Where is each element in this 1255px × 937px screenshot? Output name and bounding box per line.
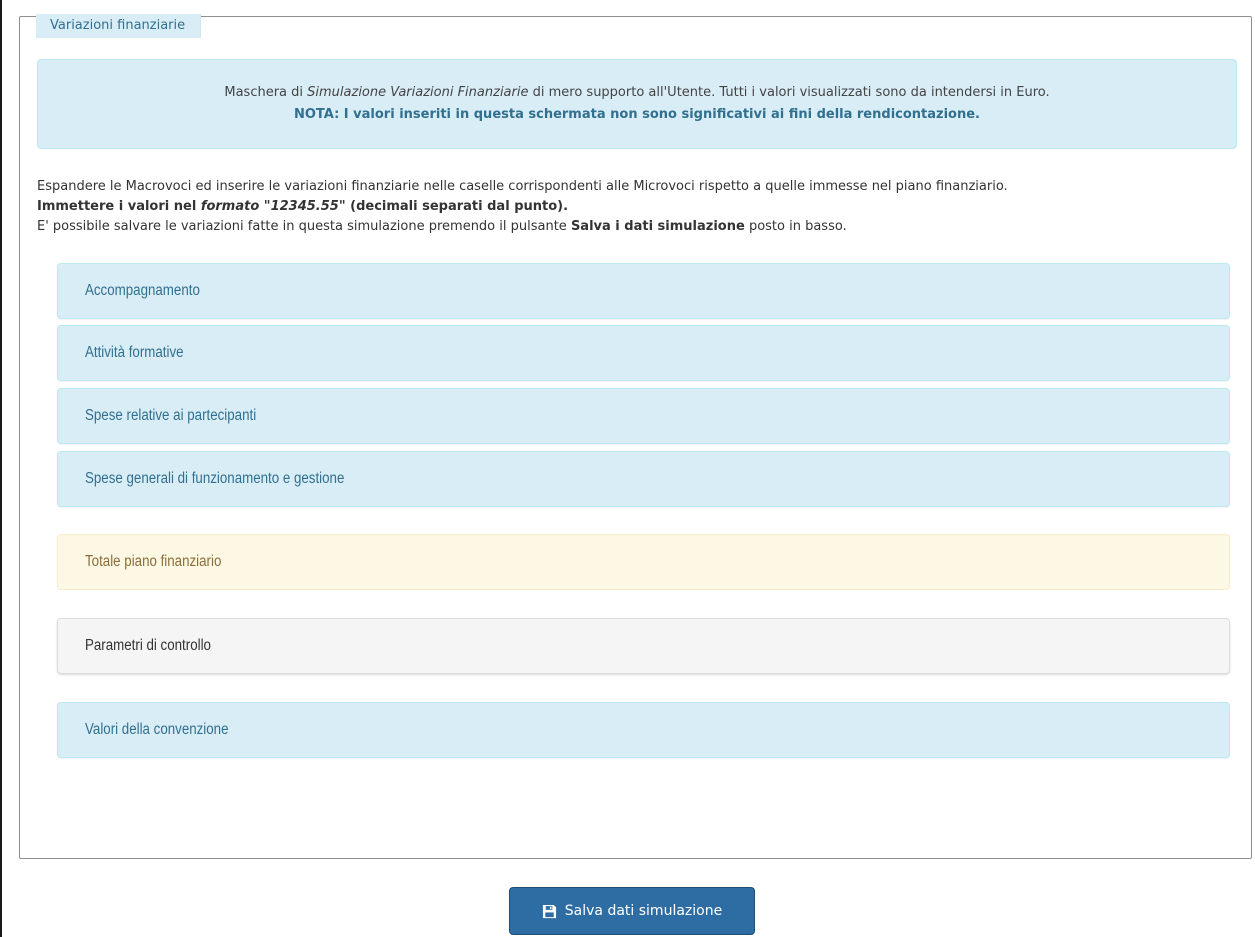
info-text-emphasis: Simulazione Variazioni Finanziarie <box>307 85 529 100</box>
save-hint-button-name: Salva i dati simulazione <box>570 219 745 234</box>
format-note: (decimali separati dal punto). <box>345 199 569 214</box>
panel-totale-piano[interactable]: Totale piano finanziario <box>57 534 1230 590</box>
panel-title: Spese generali di funzionamento e gestio… <box>85 470 345 487</box>
info-alert: Maschera di Simulazione Variazioni Finan… <box>37 59 1237 149</box>
panel-spese-partecipanti[interactable]: Spese relative ai partecipanti <box>57 388 1230 444</box>
format-example: formato "12345.55" <box>200 199 346 214</box>
panel-title: Totale piano finanziario <box>85 553 222 570</box>
panel-title: Spese relative ai partecipanti <box>85 407 257 424</box>
format-label: Immettere i valori nel <box>37 199 201 214</box>
panel-spese-generali[interactable]: Spese generali di funzionamento e gestio… <box>57 451 1230 507</box>
panel-title: Accompagnamento <box>85 282 200 299</box>
info-alert-line1: Maschera di Simulazione Variazioni Finan… <box>38 82 1236 104</box>
save-simulation-button[interactable]: Salva dati simulazione <box>509 887 755 935</box>
info-alert-note: NOTA: I valori inseriti in questa scherm… <box>293 107 980 122</box>
panel-accompagnamento[interactable]: Accompagnamento <box>57 263 1230 319</box>
panel-attivita-formative[interactable]: Attività formative <box>57 325 1230 381</box>
instructions-line1: Espandere le Macrovoci ed inserire le va… <box>37 179 1008 194</box>
instructions-text: Espandere le Macrovoci ed inserire le va… <box>37 177 1247 237</box>
save-hint-post: posto in basso. <box>744 219 847 234</box>
panel-parametri-controllo[interactable]: Parametri di controllo <box>57 618 1230 674</box>
instructions-line2: Immettere i valori nel formato "12345.55… <box>37 197 1247 217</box>
instructions-line3: E' possibile salvare le variazioni fatte… <box>37 217 1247 237</box>
floppy-disk-icon <box>542 904 557 919</box>
page-left-border <box>0 0 2 937</box>
fieldset-legend: Variazioni finanziarie <box>36 14 202 38</box>
panel-title: Attività formative <box>85 344 184 361</box>
info-text-post: di mero supporto all'Utente. Tutti i val… <box>528 85 1050 100</box>
panel-valori-convenzione[interactable]: Valori della convenzione <box>57 702 1230 758</box>
save-button-label: Salva dati simulazione <box>564 903 723 919</box>
panel-title: Parametri di controllo <box>85 637 211 654</box>
panel-title: Valori della convenzione <box>85 721 229 738</box>
save-hint-pre: E' possibile salvare le variazioni fatte… <box>37 219 571 234</box>
info-text-pre: Maschera di <box>224 85 308 100</box>
